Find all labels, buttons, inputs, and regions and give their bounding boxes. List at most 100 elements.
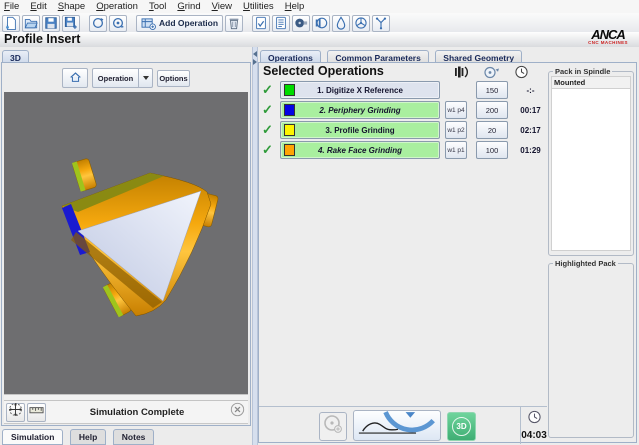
total-time-cell: 04:03 bbox=[520, 406, 547, 444]
wheel-pack-button[interactable]: w1 p2 bbox=[445, 121, 467, 139]
selected-operations-title: Selected Operations bbox=[263, 64, 384, 78]
menu-grind[interactable]: Grind bbox=[177, 1, 200, 12]
menu-operation[interactable]: Operation bbox=[96, 1, 138, 12]
menu-utilities[interactable]: Utilities bbox=[243, 1, 274, 12]
operation-button[interactable]: 2. Periphery Grinding bbox=[280, 101, 440, 119]
operation-button[interactable]: 3. Profile Grinding bbox=[280, 121, 440, 139]
wheel-editor-button[interactable] bbox=[89, 15, 107, 32]
tool-axes-button[interactable] bbox=[372, 15, 390, 32]
wheel-speed-button[interactable]: 150 bbox=[476, 81, 508, 99]
anca-logo: ANCA CNC MACHINES bbox=[580, 29, 636, 45]
wheel-speed-button[interactable]: 20 bbox=[476, 121, 508, 139]
wheel-balance-button[interactable] bbox=[352, 15, 370, 32]
operation-color-swatch bbox=[284, 144, 295, 156]
menu-tool[interactable]: Tool bbox=[149, 1, 166, 12]
close-simulation-button[interactable] bbox=[228, 403, 246, 421]
wheel-pack-button[interactable]: w1 p1 bbox=[445, 141, 467, 159]
menu-view[interactable]: View bbox=[212, 1, 232, 12]
add-operation-label: Add Operation bbox=[159, 18, 218, 28]
wheel-pack-button[interactable]: w1 p4 bbox=[445, 101, 467, 119]
menu-edit[interactable]: Edit bbox=[30, 1, 46, 12]
trash-icon bbox=[227, 16, 241, 30]
mounted-column-header: Mounted bbox=[551, 76, 631, 89]
operation-time: 01:29 bbox=[514, 141, 547, 159]
close-icon bbox=[230, 402, 245, 422]
pack-in-spindle-group: Pack in Spindle Mounted bbox=[548, 71, 634, 256]
app-window: File Edit Shape Operation Tool Grind Vie… bbox=[0, 0, 639, 445]
operation-color-swatch bbox=[284, 84, 295, 96]
wheel-qualify-button[interactable] bbox=[109, 15, 127, 32]
wheel-view-button bbox=[319, 412, 347, 441]
3d-view-button[interactable]: 3D bbox=[447, 412, 476, 441]
job-setup-button[interactable] bbox=[252, 15, 270, 32]
simulation-view-button[interactable] bbox=[353, 410, 441, 441]
collapse-right-icon[interactable] bbox=[253, 59, 257, 65]
grinding-wheel-icon bbox=[294, 16, 308, 30]
operation-time: -:- bbox=[514, 81, 547, 99]
options-button[interactable]: Options bbox=[157, 70, 190, 87]
wheel-balance-icon bbox=[354, 16, 368, 30]
main-toolbar: Add Operation bbox=[0, 13, 639, 33]
mounted-pack-list[interactable] bbox=[551, 89, 631, 251]
operation-button[interactable]: 4. Rake Face Grinding bbox=[280, 141, 440, 159]
wheel-speed-button[interactable]: 100 bbox=[476, 141, 508, 159]
tab-simulation[interactable]: Simulation bbox=[2, 429, 63, 445]
menu-bar: File Edit Shape Operation Tool Grind Vie… bbox=[0, 0, 639, 13]
tab-notes[interactable]: Notes bbox=[113, 429, 155, 445]
check-icon: ✓ bbox=[262, 102, 273, 118]
wheel-view-icon bbox=[322, 413, 344, 440]
open-file-button[interactable] bbox=[22, 15, 40, 32]
operations-footer: 3D bbox=[259, 406, 547, 443]
pack-in-spindle-label: Pack in Spindle bbox=[553, 67, 612, 76]
add-operation-icon bbox=[141, 17, 156, 30]
operation-time: 00:17 bbox=[514, 101, 547, 119]
simulation-status-bar: Simulation Complete bbox=[4, 401, 248, 424]
operation-color-swatch bbox=[284, 104, 295, 116]
coolant-button[interactable] bbox=[332, 15, 350, 32]
chevron-down-icon[interactable] bbox=[138, 68, 153, 88]
simulation-status-message: Simulation Complete bbox=[46, 407, 228, 418]
operation-name: 4. Rake Face Grinding bbox=[281, 146, 439, 155]
tab-help[interactable]: Help bbox=[70, 429, 106, 445]
save-icon bbox=[44, 16, 58, 30]
menu-help[interactable]: Help bbox=[285, 1, 305, 12]
wheel-pack-button[interactable] bbox=[312, 15, 330, 32]
anca-logo-text: ANCA bbox=[580, 29, 636, 40]
new-document-icon bbox=[4, 16, 18, 30]
total-time-value: 04:03 bbox=[521, 430, 547, 441]
ruler-icon bbox=[29, 402, 44, 422]
left-panel: Operation Options bbox=[1, 62, 251, 426]
pan-control-button[interactable] bbox=[6, 403, 25, 422]
menu-file[interactable]: File bbox=[4, 1, 19, 12]
operation-name: 2. Periphery Grinding bbox=[281, 106, 439, 115]
pack-sidebar: Pack in Spindle Mounted Highlighted Pack bbox=[548, 63, 636, 442]
wheel-speed-button[interactable]: 200 bbox=[476, 101, 508, 119]
anca-logo-subtitle: CNC MACHINES bbox=[580, 40, 636, 45]
new-file-button[interactable] bbox=[2, 15, 20, 32]
clock-icon bbox=[521, 410, 547, 429]
save-button[interactable] bbox=[42, 15, 60, 32]
view-mode-value: Operation bbox=[92, 68, 138, 88]
delete-operation-button[interactable] bbox=[225, 15, 243, 32]
save-as-button[interactable] bbox=[62, 15, 80, 32]
collapse-left-icon[interactable] bbox=[253, 51, 257, 57]
operation-color-swatch bbox=[284, 124, 295, 136]
right-panel: Selected Operations ✓ 1. Digitize X Refe… bbox=[258, 62, 637, 443]
3d-viewport[interactable] bbox=[4, 92, 248, 394]
left-tab-strip: 3D bbox=[2, 48, 31, 63]
menu-shape[interactable]: Shape bbox=[58, 1, 85, 12]
view-mode-dropdown[interactable]: Operation bbox=[92, 68, 153, 88]
right-tab-strip: Operations Common Parameters Shared Geom… bbox=[260, 48, 524, 63]
operation-button[interactable]: 1. Digitize X Reference bbox=[280, 81, 440, 99]
axes-icon bbox=[374, 16, 388, 30]
simulation-progress-bar bbox=[4, 394, 248, 401]
home-view-button[interactable] bbox=[62, 68, 88, 88]
add-operation-button[interactable]: Add Operation bbox=[136, 15, 223, 32]
summary-button[interactable] bbox=[272, 15, 290, 32]
measure-button[interactable] bbox=[27, 403, 46, 422]
wheel-cycle-icon bbox=[111, 16, 125, 30]
wheel-pack-icon bbox=[314, 16, 328, 30]
viewport-toolbar: Operation Options bbox=[3, 64, 249, 92]
grinding-wheel-button[interactable] bbox=[292, 15, 310, 32]
operation-row: ✓ 1. Digitize X Reference 150 -:- bbox=[262, 81, 547, 99]
